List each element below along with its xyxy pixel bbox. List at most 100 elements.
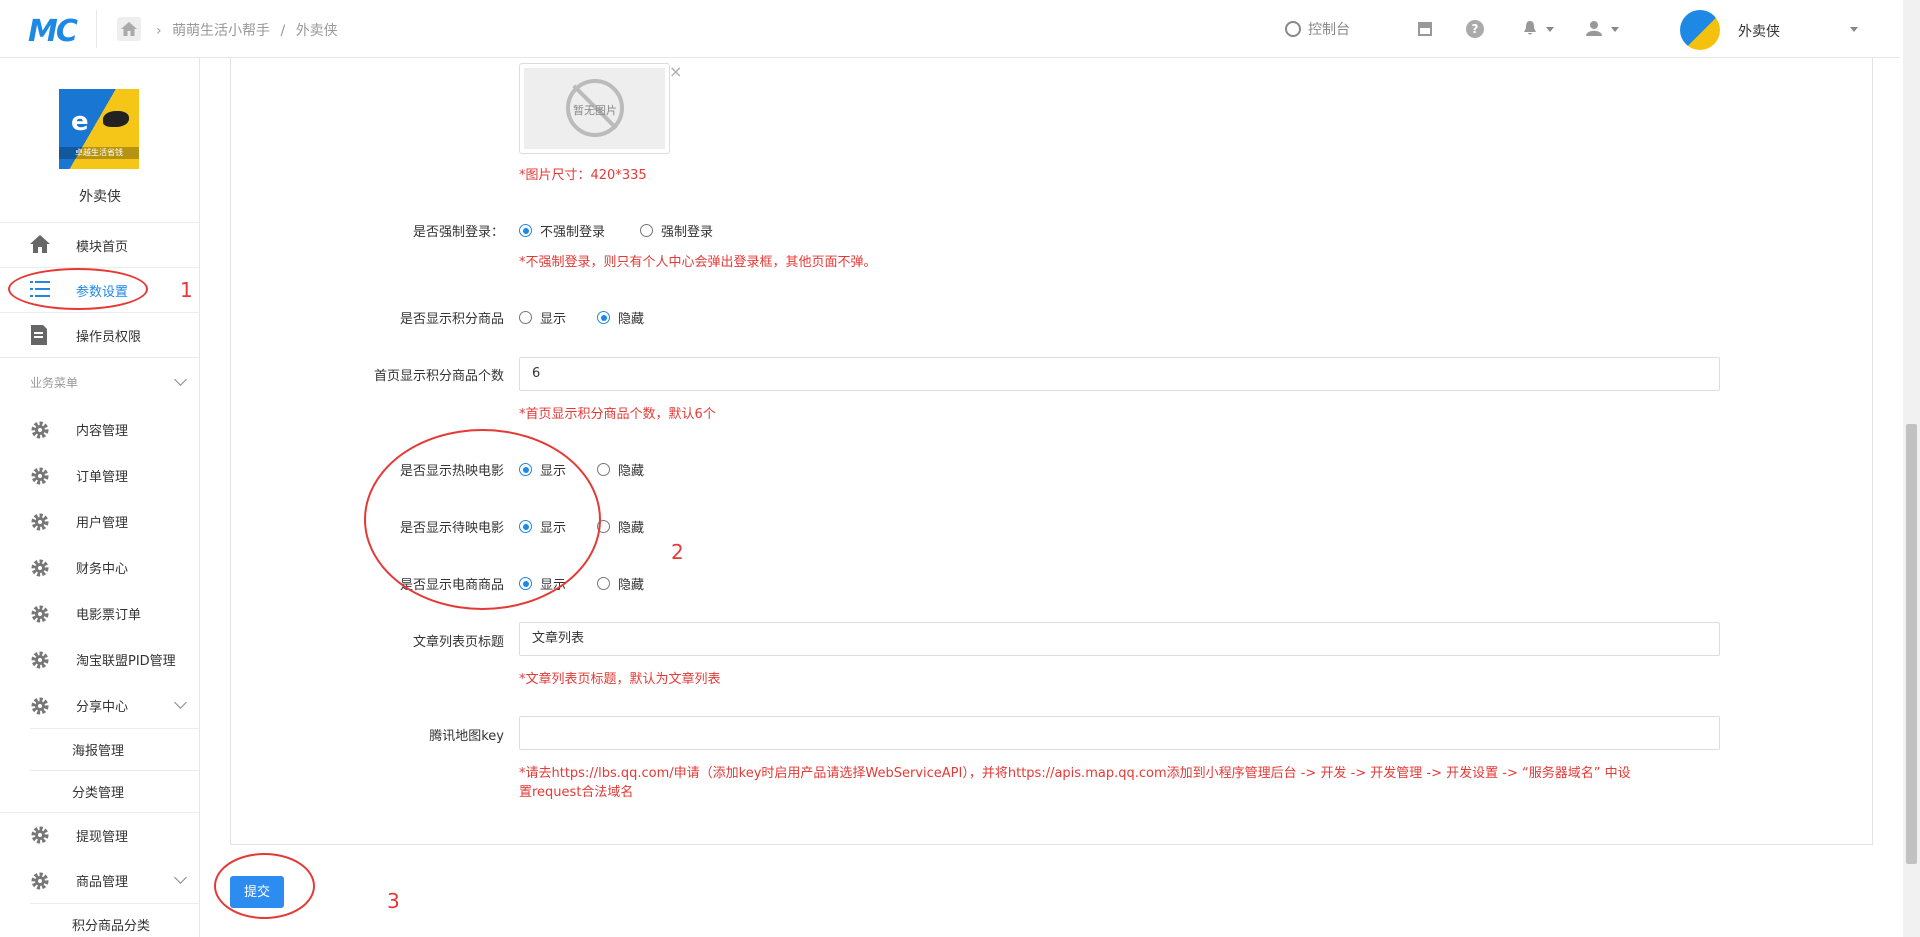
annotation-number-3: 3 (387, 889, 400, 913)
sidebar-item-label: 提现管理 (76, 829, 129, 845)
app-logo[interactable]: MC (28, 14, 78, 49)
radio-ecommerce-hide[interactable]: 隐藏 (597, 574, 644, 593)
radio-label: 不强制登录 (540, 225, 606, 240)
breadcrumb: › 萌萌生活小帮手 / 外卖侠 (156, 20, 338, 40)
console-label: 控制台 (1308, 22, 1350, 38)
sidebar-item-label: 操作员权限 (76, 329, 142, 345)
sidebar: e 卓越生活省钱 外卖侠 模块首页 参数设置 操作员权限 业务菜单 内容管理 订… (0, 58, 200, 937)
scrollbar-thumb[interactable] (1906, 424, 1917, 864)
points-count-hint: *首页显示积分商品个数，默认6个 (519, 407, 716, 422)
article-title-label: 文章列表页标题 (412, 635, 504, 650)
kangaroo-icon (103, 111, 129, 127)
sidebar-subitem-points-goods-category[interactable]: 积分商品分类 (30, 903, 199, 937)
help-icon[interactable]: ? (1466, 20, 1484, 38)
map-key-input[interactable] (519, 716, 1720, 750)
chevron-down-icon (174, 871, 187, 884)
chevron-down-icon[interactable] (1546, 27, 1554, 32)
sidebar-subitem-posters[interactable]: 海报管理 (30, 728, 199, 770)
no-image-text: 暂无图片 (573, 104, 617, 117)
radio-dot (597, 311, 610, 324)
chevron-down-icon (174, 373, 187, 386)
sidebar-subitem-categories[interactable]: 分类管理 (30, 770, 199, 812)
shop-name: 外卖侠 (79, 189, 121, 205)
sidebar-item-users[interactable]: 用户管理 (0, 499, 199, 544)
home-icon[interactable] (117, 17, 141, 41)
shop-logo: e 卓越生活省钱 (59, 89, 139, 169)
map-key-label: 腾讯地图key (429, 729, 504, 744)
sidebar-item-content[interactable]: 内容管理 (0, 407, 199, 452)
sidebar-item-finance[interactable]: 财务中心 (0, 545, 199, 590)
chevron-down-icon[interactable] (1850, 27, 1858, 32)
console-link[interactable]: 控制台 (1285, 0, 1350, 58)
store-icon[interactable] (1416, 20, 1434, 38)
gear-icon (30, 420, 50, 440)
sidebar-item-label: 用户管理 (76, 516, 129, 531)
shop-logo-letter: e (71, 107, 89, 137)
sidebar-subitem-label: 积分商品分类 (72, 919, 151, 934)
gear-icon (30, 558, 50, 578)
radio-points-show[interactable]: 显示 (519, 308, 566, 327)
radio-dot (519, 311, 532, 324)
image-upload[interactable]: 暂无图片 (519, 63, 670, 154)
points-count-label: 首页显示积分商品个数 (373, 369, 504, 384)
radio-label: 隐藏 (618, 578, 645, 593)
show-points-goods-label: 是否显示积分商品 (399, 312, 504, 327)
sidebar-item-label: 淘宝联盟PID管理 (76, 654, 176, 669)
sidebar-subitem-label: 海报管理 (72, 744, 125, 759)
bell-icon[interactable] (1521, 20, 1539, 38)
sidebar-item-label: 订单管理 (76, 470, 129, 485)
dashboard-icon (1285, 21, 1301, 37)
gear-icon (30, 604, 50, 624)
map-key-hint-line1: *请去https://lbs.qq.com/申请（添加key时启用产品请选择We… (519, 766, 1631, 781)
sidebar-item-orders[interactable]: 订单管理 (0, 453, 199, 498)
section-title: 业务菜单 (30, 376, 79, 390)
sidebar-item-withdrawals[interactable]: 提现管理 (0, 812, 199, 857)
user-name[interactable]: 外卖侠 (1738, 21, 1780, 41)
radio-label: 隐藏 (618, 464, 645, 479)
radio-upcoming-movies-hide[interactable]: 隐藏 (597, 517, 644, 536)
force-login-hint: *不强制登录，则只有个人中心会弹出登录框，其他页面不弹。 (519, 255, 877, 270)
chevron-down-icon (174, 696, 187, 709)
sidebar-item-goods[interactable]: 商品管理 (0, 858, 199, 903)
sidebar-item-movie-orders[interactable]: 电影票订单 (0, 591, 199, 636)
radio-label: 显示 (540, 312, 567, 327)
chevron-down-icon[interactable] (1611, 27, 1619, 32)
sidebar-item-share-center[interactable]: 分享中心 (0, 683, 199, 728)
radio-hot-movies-hide[interactable]: 隐藏 (597, 460, 644, 479)
radio-no-force-login[interactable]: 不强制登录 (519, 221, 605, 240)
radio-label: 隐藏 (618, 521, 645, 536)
sidebar-item-label: 电影票订单 (76, 608, 142, 623)
article-title-input[interactable]: 文章列表 (519, 622, 1720, 656)
sidebar-item-operator-permissions[interactable]: 操作员权限 (0, 312, 199, 357)
radio-label: 强制登录 (661, 225, 714, 240)
annotation-number-1: 1 (180, 278, 193, 302)
annotation-circle-3 (214, 853, 315, 919)
sidebar-item-module-home[interactable]: 模块首页 (0, 222, 199, 267)
breadcrumb-separator: / (280, 23, 286, 39)
business-menu-header[interactable]: 业务菜单 (0, 357, 199, 407)
avatar[interactable] (1680, 10, 1720, 50)
gear-icon (30, 512, 50, 532)
user-icon[interactable] (1585, 20, 1603, 38)
breadcrumb-item[interactable]: 外卖侠 (296, 23, 338, 39)
gear-icon (30, 650, 50, 670)
annotation-circle-1 (8, 268, 148, 310)
article-title-hint: *文章列表页标题，默认为文章列表 (519, 672, 721, 687)
sidebar-item-label: 财务中心 (76, 562, 129, 577)
breadcrumb-item[interactable]: 萌萌生活小帮手 (172, 23, 270, 39)
gear-icon (30, 466, 50, 486)
radio-force-login[interactable]: 强制登录 (640, 221, 713, 240)
sidebar-item-taobao-pid[interactable]: 淘宝联盟PID管理 (0, 637, 199, 682)
sidebar-item-label: 内容管理 (76, 424, 129, 439)
annotation-circle-2 (364, 429, 601, 610)
top-bar: MC › 萌萌生活小帮手 / 外卖侠 控制台 ? 外卖侠 (0, 0, 1900, 58)
radio-points-hide[interactable]: 隐藏 (597, 308, 644, 327)
sidebar-item-label: 分享中心 (76, 700, 129, 715)
image-size-hint: *图片尺寸：420*335 (519, 168, 647, 183)
close-icon[interactable]: × (669, 62, 682, 81)
points-count-input[interactable]: 6 (519, 357, 1720, 391)
radio-dot (519, 224, 532, 237)
divider (96, 10, 97, 48)
shop-logo-caption: 卓越生活省钱 (59, 147, 139, 159)
sidebar-item-label: 商品管理 (76, 875, 129, 890)
